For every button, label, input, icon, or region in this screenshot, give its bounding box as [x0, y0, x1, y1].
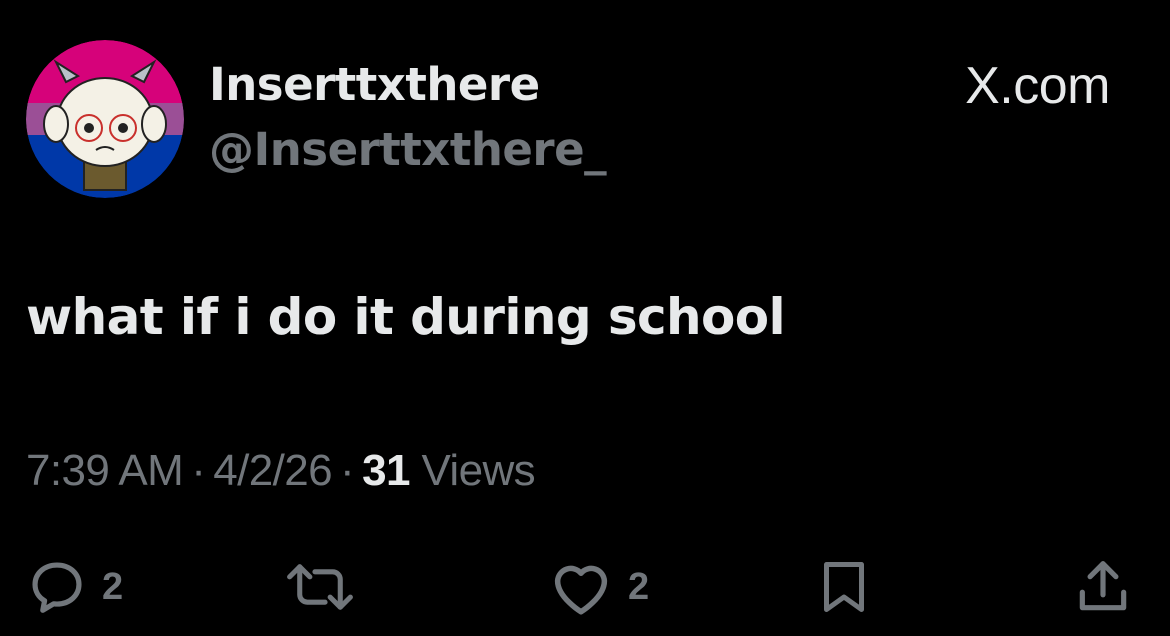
tweet-card: Inserttxthere @Inserttxthere_ X.com what… — [0, 0, 1170, 636]
brand-label: X.com — [965, 57, 1110, 115]
tweet-text: what if i do it during school — [26, 288, 786, 346]
repost-button[interactable] — [282, 552, 358, 622]
like-button[interactable]: 2 — [548, 552, 649, 622]
repost-icon — [282, 556, 358, 618]
heart-icon — [548, 556, 614, 618]
bookmark-button[interactable] — [814, 552, 874, 622]
tweet-time[interactable]: 7:39 AM — [26, 446, 184, 495]
views-count: 31 — [362, 446, 410, 495]
reply-button[interactable]: 2 — [26, 552, 123, 622]
bookmark-icon — [814, 556, 874, 618]
views-label: Views — [421, 446, 536, 495]
user-handle[interactable]: @Inserttxthere_ — [209, 123, 607, 176]
like-count: 2 — [628, 565, 650, 608]
meta-separator: · — [340, 446, 355, 495]
action-bar: 2 2 — [0, 552, 1170, 622]
reply-count: 2 — [102, 565, 124, 608]
tweet-date[interactable]: 4/2/26 — [213, 446, 332, 495]
share-button[interactable] — [1072, 552, 1134, 622]
avatar[interactable] — [26, 40, 184, 198]
display-name[interactable]: Inserttxthere — [209, 58, 540, 111]
share-icon — [1072, 556, 1134, 618]
tweet-meta: 7:39 AM · 4/2/26 · 31 Views — [26, 446, 536, 496]
reply-icon — [26, 556, 88, 618]
meta-separator: · — [191, 446, 206, 495]
